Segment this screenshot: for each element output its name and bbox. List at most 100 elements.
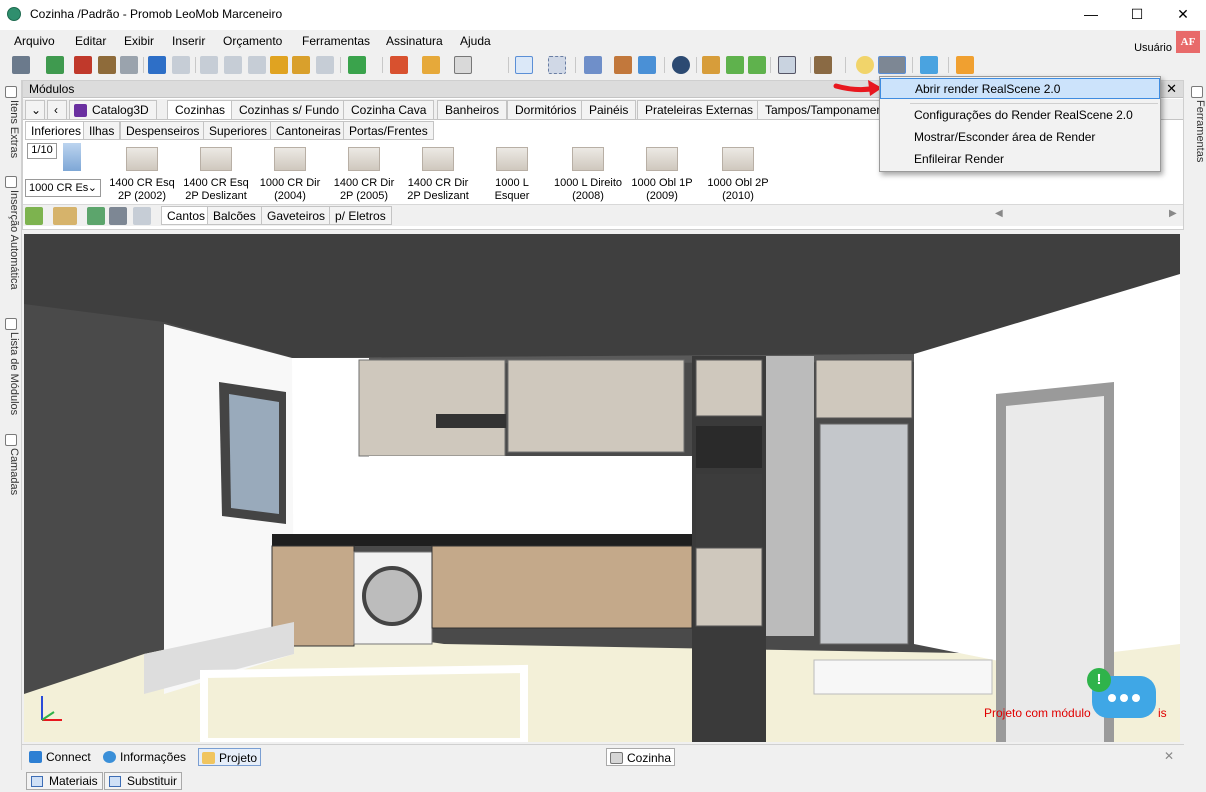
module-item[interactable]: 1400 CR Dir 2P (2005) (327, 147, 401, 203)
menu-ajuda[interactable]: Ajuda (460, 34, 491, 48)
menu-editar[interactable]: Editar (75, 34, 106, 48)
invalid-modules-warning[interactable]: Projeto com módulo (984, 706, 1091, 720)
save-icon[interactable] (12, 56, 30, 74)
redo-icon[interactable] (172, 56, 190, 74)
minimize-button[interactable]: — (1068, 0, 1114, 30)
menu-configuracoes-render[interactable]: Configurações do Render RealScene 2.0 (880, 105, 1160, 126)
paste-icon[interactable] (248, 56, 266, 74)
materiais-tab[interactable]: Materiais (26, 772, 103, 790)
tab-banheiros[interactable]: Banheiros (437, 100, 508, 119)
tab-prateleiras-externas[interactable]: Prateleiras Externas (637, 100, 762, 119)
tab-gaveteiros[interactable]: Gaveteiros (261, 206, 332, 225)
cut-icon[interactable] (200, 56, 218, 74)
measure-icon[interactable] (548, 56, 566, 74)
tab-p-eletros[interactable]: p/ Eletros (329, 206, 392, 225)
tabs-scroll-left[interactable]: ‹ (47, 100, 67, 119)
notification-badge[interactable]: ! (1087, 668, 1111, 692)
binoculars-icon[interactable] (109, 207, 127, 225)
tab-cantos[interactable]: Cantos (161, 206, 212, 225)
door-icon[interactable] (614, 56, 632, 74)
substituir-tab[interactable]: Substituir (104, 772, 183, 790)
tab-cozinhas[interactable]: Cozinhas (167, 100, 234, 120)
menu-mostrar-esconder-render[interactable]: Mostrar/Esconder área de Render (880, 127, 1160, 148)
module-item[interactable]: 1400 CR Dir 2P Deslizant (401, 147, 475, 203)
side-tab-lista-de-modulos[interactable]: Lista de Módulos (2, 316, 20, 428)
maximize-button[interactable]: ☐ (1114, 0, 1160, 30)
layers-icon[interactable] (584, 56, 602, 74)
3d-viewport[interactable]: Projeto com módulo is (24, 234, 1180, 742)
subtab-superiores[interactable]: Superiores (203, 121, 274, 140)
menu-orcamento[interactable]: Orçamento (223, 34, 282, 48)
floor-icon[interactable] (454, 56, 472, 74)
tab-catalog3d[interactable]: Catalog3D (69, 100, 157, 119)
module-item[interactable]: 1000 L Direito (2008) (551, 147, 625, 203)
undo-icon[interactable] (148, 56, 166, 74)
profile-icon[interactable] (956, 56, 974, 74)
menu-assinatura[interactable]: Assinatura (386, 34, 443, 48)
3d-view-icon[interactable] (638, 56, 656, 74)
close-document-button[interactable]: ✕ (1164, 749, 1174, 763)
budget-icon[interactable] (348, 56, 366, 74)
ruler-icon[interactable] (53, 207, 77, 225)
connect-tab[interactable]: Connect (26, 748, 94, 766)
arrow-left-icon[interactable] (726, 56, 744, 74)
box-icon[interactable] (814, 56, 832, 74)
module-item[interactable]: 1000 Obl 2P (2010) (701, 147, 775, 203)
menu-abrir-render[interactable]: Abrir render RealScene 2.0 (880, 78, 1160, 99)
close-modules-button[interactable]: ✕ (1166, 81, 1177, 97)
tabs-dropdown-button[interactable]: ⌄ (25, 100, 45, 119)
tab-dormitorios[interactable]: Dormitórios (507, 100, 585, 119)
paint-icon[interactable] (270, 56, 288, 74)
up-icon[interactable] (25, 207, 43, 225)
menu-inserir[interactable]: Inserir (172, 34, 205, 48)
side-tab-camadas[interactable]: Camadas (2, 432, 20, 504)
menu-exibir[interactable]: Exibir (124, 34, 154, 48)
scroll-right-icon[interactable]: ▶ (1169, 208, 1177, 219)
menu-enfileirar-render[interactable]: Enfileirar Render (880, 149, 1160, 170)
subtab-cantoneiras[interactable]: Cantoneiras (270, 121, 347, 140)
scroll-left-icon[interactable]: ◀ (995, 208, 1003, 219)
rotate-icon[interactable] (702, 56, 720, 74)
menu-ferramentas[interactable]: Ferramentas (302, 34, 370, 48)
module-item[interactable]: 1000 Obl 1P (2009) (625, 147, 699, 203)
side-tab-ferramentas[interactable]: Ferramentas (1188, 84, 1206, 174)
print-icon[interactable] (120, 56, 138, 74)
close-window-button[interactable]: ✕ (1160, 0, 1206, 30)
module-item[interactable]: 1000 L Esquer (475, 147, 549, 203)
subtab-inferiores[interactable]: Inferiores (25, 121, 88, 140)
side-tab-itens-extras[interactable]: Itens Extras (2, 84, 20, 170)
module-item[interactable]: 1000 CR Dir (2004) (253, 147, 327, 203)
document-tab-cozinha[interactable]: Cozinha (606, 748, 676, 766)
export-icon[interactable] (46, 56, 64, 74)
menu-arquivo[interactable]: Arquivo (14, 34, 55, 48)
selected-module-thumb[interactable] (63, 143, 81, 171)
subtab-ilhas[interactable]: Ilhas (83, 121, 121, 140)
chat-icon[interactable] (920, 56, 938, 74)
tab-cozinhas-s-fundo[interactable]: Cozinhas s/ Fundo (231, 100, 348, 119)
subtab-portas-frentes[interactable]: Portas/Frentes (343, 121, 434, 140)
select-pointer-icon[interactable] (515, 56, 533, 74)
brush-icon[interactable] (292, 56, 310, 74)
light-icon[interactable] (856, 56, 874, 74)
layout-icon[interactable] (422, 56, 440, 74)
go-icon[interactable] (87, 207, 105, 225)
render-camera-icon[interactable] (878, 56, 906, 74)
eye-icon[interactable] (672, 56, 690, 74)
user-avatar-badge[interactable]: AF (1176, 31, 1200, 53)
grid-icon[interactable] (133, 207, 151, 225)
module-select[interactable]: 1000 CR Es ⌄ (25, 179, 101, 197)
camera-view-icon[interactable] (778, 56, 796, 74)
subtab-despenseiros[interactable]: Despenseiros (120, 121, 206, 140)
module-item[interactable]: 1400 CR Esq 2P (2002) (105, 147, 179, 203)
delete-icon[interactable] (316, 56, 334, 74)
catalog-icon[interactable] (98, 56, 116, 74)
projeto-tab[interactable]: Projeto (198, 748, 262, 766)
cut-list-icon[interactable] (74, 56, 92, 74)
informacoes-tab[interactable]: Informações (100, 748, 189, 766)
arrow-right-icon[interactable] (748, 56, 766, 74)
tab-balcoes[interactable]: Balcões (207, 206, 262, 225)
tab-paineis[interactable]: Painéis (581, 100, 637, 119)
tab-cozinha-cava[interactable]: Cozinha Cava (343, 100, 435, 119)
copy-icon[interactable] (224, 56, 242, 74)
insert-module-icon[interactable] (390, 56, 408, 74)
